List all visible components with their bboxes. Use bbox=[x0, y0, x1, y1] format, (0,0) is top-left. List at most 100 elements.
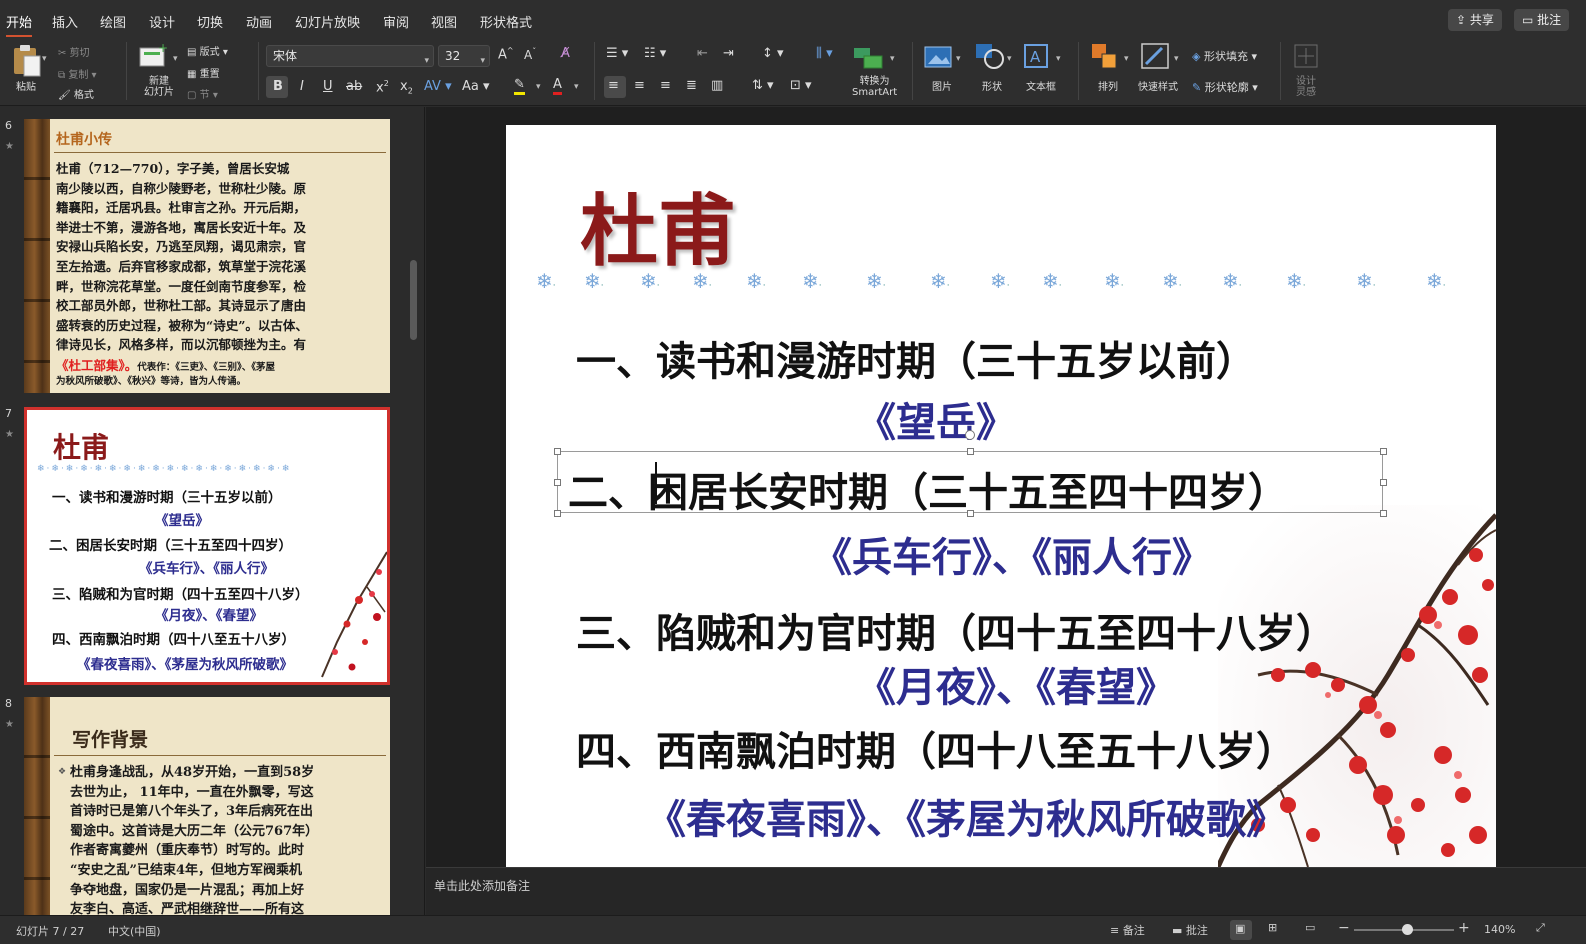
increase-font-icon[interactable]: A^ bbox=[498, 46, 514, 62]
tab-animations[interactable]: 动画 bbox=[246, 12, 272, 31]
justify-icon[interactable]: ≣ bbox=[686, 78, 697, 93]
slide-thumbnail-8[interactable]: 写作背景 ❖ 杜甫身逢战乱，从48岁开始，一直到58岁 去世为止， 11年中，一直… bbox=[24, 697, 390, 915]
period-poems-3[interactable]: 《月夜》、《春望》 bbox=[856, 655, 1176, 713]
notes-toggle-button[interactable]: ≡ 备注 bbox=[1110, 922, 1145, 938]
tab-review[interactable]: 审阅 bbox=[383, 12, 409, 31]
paste-button[interactable] bbox=[8, 44, 44, 82]
tab-draw[interactable]: 绘图 bbox=[100, 12, 126, 31]
bold-button[interactable]: B bbox=[266, 76, 288, 98]
period-poems-1[interactable]: 《望岳》 bbox=[856, 390, 1016, 448]
increase-indent-icon[interactable]: ⇥ bbox=[723, 46, 734, 61]
font-size-select[interactable]: 32 ▾ bbox=[438, 45, 490, 67]
cut-button[interactable]: ✂ 剪切 bbox=[58, 44, 90, 59]
shape-outline-button[interactable]: ✎ 形状轮廓 ▾ bbox=[1192, 79, 1258, 95]
period-poems-4[interactable]: 《春夜喜雨》、《茅屋为秋风所破歌》 bbox=[646, 787, 1286, 845]
section-button[interactable]: ▢ 节 ▾ bbox=[187, 86, 218, 101]
font-name-select[interactable]: 宋体 ▾ bbox=[266, 45, 434, 67]
chevron-down-icon[interactable]: ▾ bbox=[1174, 54, 1179, 64]
new-slide-dropdown-icon[interactable]: ▾ bbox=[173, 54, 178, 64]
strikethrough-button[interactable]: ab bbox=[346, 79, 362, 94]
chevron-down-icon[interactable]: ▾ bbox=[1056, 54, 1061, 64]
resize-handle[interactable] bbox=[967, 510, 974, 517]
chevron-down-icon[interactable]: ▾ bbox=[956, 54, 961, 64]
chevron-down-icon[interactable]: ▾ bbox=[574, 82, 579, 92]
resize-handle[interactable] bbox=[554, 448, 561, 455]
align-text-icon[interactable]: ⊡ ▾ bbox=[790, 78, 812, 93]
underline-button[interactable]: U bbox=[323, 79, 333, 94]
period-heading-1[interactable]: 一、读书和漫游时期（三十五岁以前） bbox=[576, 329, 1256, 387]
share-button[interactable]: ⇪ 共享 bbox=[1448, 9, 1502, 31]
sidebar-scrollbar[interactable] bbox=[410, 260, 417, 340]
tab-design[interactable]: 设计 bbox=[149, 12, 175, 31]
chevron-down-icon[interactable]: ▾ bbox=[1007, 54, 1012, 64]
period-heading-3[interactable]: 三、陷贼和为官时期（四十五至四十八岁） bbox=[576, 601, 1336, 659]
quick-styles-button[interactable] bbox=[1140, 42, 1172, 76]
comments-button[interactable]: ▭ 批注 bbox=[1514, 9, 1570, 31]
tab-insert[interactable]: 插入 bbox=[52, 12, 78, 31]
arrange-button[interactable] bbox=[1090, 42, 1120, 76]
resize-handle[interactable] bbox=[554, 510, 561, 517]
align-right-icon[interactable]: ≡ bbox=[660, 78, 671, 93]
rotate-handle-icon[interactable] bbox=[965, 430, 975, 440]
slide-thumbnail-7[interactable]: 杜甫 ❄·❄·❄·❄·❄·❄·❄·❄·❄·❄·❄·❄·❄·❄·❄·❄·❄·❄ 一… bbox=[24, 407, 390, 685]
shape-fill-button[interactable]: ◈ 形状填充 ▾ bbox=[1192, 48, 1257, 64]
notes-pane[interactable]: 单击此处添加备注 bbox=[426, 867, 1586, 915]
fit-to-window-icon[interactable]: ⤢ bbox=[1536, 921, 1545, 935]
current-slide[interactable]: 杜甫 ❄· ❄· ❄· ❄· ❄· ❄· ❄· ❄· ❄· ❄· ❄· ❄· ❄· ❄· ❄· ❄· bbox=[506, 125, 1496, 867]
bullets-icon[interactable]: ☰ ▾ bbox=[606, 46, 628, 61]
italic-button[interactable]: I bbox=[300, 79, 304, 94]
tab-transitions[interactable]: 切换 bbox=[197, 12, 223, 31]
selected-textbox[interactable]: 二、困居长安时期（三十五至四十四岁） bbox=[554, 430, 1387, 517]
change-case-icon[interactable]: Aa ▾ bbox=[462, 79, 490, 94]
comments-toggle-button[interactable]: ▬ 批注 bbox=[1172, 922, 1208, 938]
layout-button[interactable]: ▤ 版式 ▾ bbox=[187, 43, 228, 58]
copy-button[interactable]: ⧉ 复制 ▾ bbox=[58, 66, 97, 81]
chevron-down-icon[interactable]: ▾ bbox=[1124, 54, 1129, 64]
period-heading-4[interactable]: 四、西南飘泊时期（四十八至五十八岁） bbox=[576, 719, 1296, 777]
convert-smartart-button[interactable] bbox=[852, 44, 890, 76]
slide-sorter-icon[interactable]: ⊞ bbox=[1268, 921, 1277, 934]
resize-handle[interactable] bbox=[554, 479, 561, 486]
resize-handle[interactable] bbox=[1380, 448, 1387, 455]
decrease-indent-icon[interactable]: ⇤ bbox=[697, 46, 708, 61]
highlight-icon[interactable]: ✎ bbox=[514, 78, 525, 95]
normal-view-button[interactable]: ▣ bbox=[1230, 920, 1252, 940]
font-color-icon[interactable]: A bbox=[553, 78, 562, 95]
resize-handle[interactable] bbox=[1380, 510, 1387, 517]
zoom-slider-thumb[interactable] bbox=[1402, 924, 1413, 935]
picture-button[interactable] bbox=[924, 44, 954, 74]
distributed-icon[interactable]: ▥ bbox=[711, 78, 723, 93]
chevron-down-icon[interactable]: ▾ bbox=[890, 54, 895, 64]
resize-handle[interactable] bbox=[1380, 479, 1387, 486]
align-left-button[interactable]: ≡ bbox=[604, 76, 626, 98]
decrease-font-icon[interactable]: Aˇ bbox=[524, 47, 536, 62]
numbering-icon[interactable]: ☷ ▾ bbox=[644, 46, 666, 61]
character-spacing-icon[interactable]: AV ▾ bbox=[424, 79, 452, 94]
reset-button[interactable]: ▦ 重置 bbox=[187, 65, 220, 80]
textbox-button[interactable]: A bbox=[1022, 42, 1052, 74]
tab-slideshow[interactable]: 幻灯片放映 bbox=[295, 12, 360, 31]
zoom-out-icon[interactable]: − bbox=[1338, 920, 1350, 936]
zoom-level[interactable]: 140% bbox=[1484, 923, 1515, 936]
zoom-in-icon[interactable]: + bbox=[1458, 920, 1470, 936]
reading-view-icon[interactable]: ▭ bbox=[1305, 921, 1315, 934]
line-spacing-icon[interactable]: ↕ ▾ bbox=[762, 46, 784, 61]
align-center-icon[interactable]: ≡ bbox=[634, 78, 645, 93]
period-heading-2[interactable]: 二、困居长安时期（三十五至四十四岁） bbox=[568, 460, 1288, 518]
tab-shape-format[interactable]: 形状格式 bbox=[480, 12, 532, 31]
shape-button[interactable] bbox=[974, 42, 1006, 74]
chevron-down-icon[interactable]: ▾ bbox=[536, 82, 541, 92]
new-slide-button[interactable]: + bbox=[136, 41, 170, 76]
design-ideas-button[interactable] bbox=[1292, 42, 1322, 76]
text-direction-icon[interactable]: ⇅ ▾ bbox=[752, 78, 774, 93]
language-indicator[interactable]: 中文(中国) bbox=[108, 923, 161, 939]
slide-thumbnail-6[interactable]: 杜甫小传 杜甫（712—770），字子美，曾居长安城 南少陵以西，自称少陵野老，世… bbox=[24, 119, 390, 393]
clear-format-icon[interactable]: A̸ bbox=[561, 46, 570, 61]
tab-view[interactable]: 视图 bbox=[431, 12, 457, 31]
columns-icon[interactable]: ⫼ ▾ bbox=[816, 46, 833, 61]
period-poems-2[interactable]: 《兵车行》、《丽人行》 bbox=[812, 525, 1212, 583]
resize-handle[interactable] bbox=[967, 448, 974, 455]
superscript-button[interactable]: x2 bbox=[376, 79, 389, 95]
paste-dropdown-icon[interactable]: ▾ bbox=[42, 54, 47, 64]
zoom-slider[interactable] bbox=[1354, 924, 1454, 935]
